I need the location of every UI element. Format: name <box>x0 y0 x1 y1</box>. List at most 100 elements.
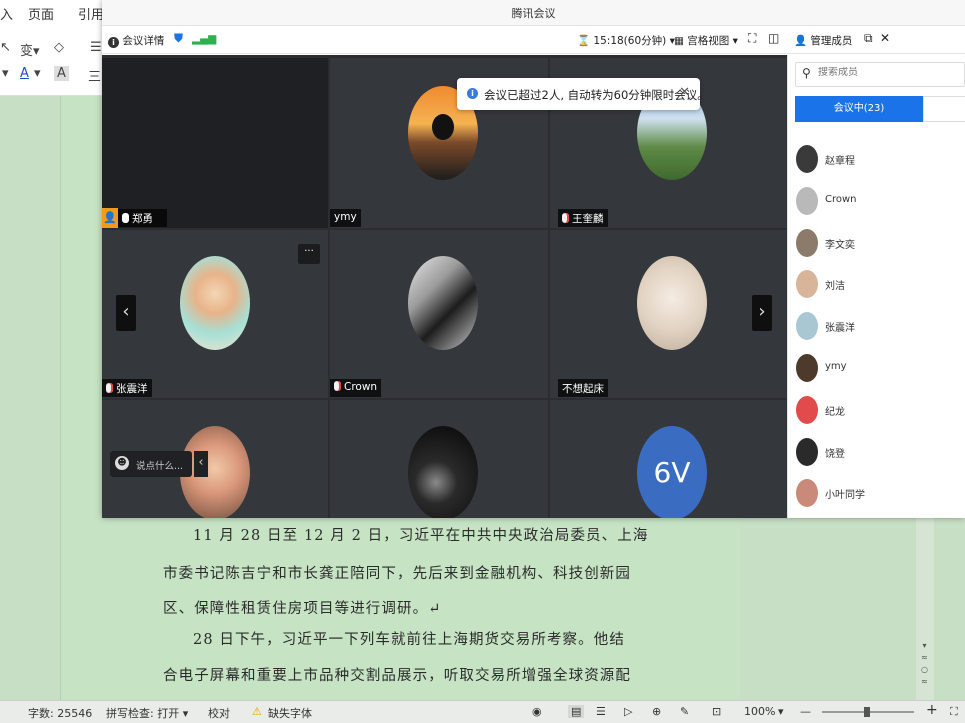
eraser-icon[interactable]: ◇ <box>54 40 64 55</box>
highlight-icon[interactable]: ▾ <box>2 66 9 81</box>
avatar <box>408 426 478 518</box>
participant-name: 王奎麟 <box>558 209 608 227</box>
char-shading-icon[interactable]: A <box>54 66 69 81</box>
fit-window-icon[interactable]: ⊡ <box>712 705 721 718</box>
member-name: 张震洋 <box>825 323 855 335</box>
fullscreen-icon[interactable]: ⛶ <box>748 31 756 46</box>
toast-message: 会议已超过2人, 自动转为60分钟限时会议。 <box>484 88 709 102</box>
notification-toast: i 会议已超过2人, 自动转为60分钟限时会议。 ✕ <box>457 78 709 110</box>
host-icon: 👤 <box>102 208 118 228</box>
participant-name: 不想起床 <box>558 379 608 397</box>
word-status-bar: 字数: 25546 拼写检查: 打开 ▾ 校对 ⚠ 缺失字体 ◉ ▤ ☰ ▷ ⊕… <box>0 700 965 723</box>
meeting-timer[interactable]: ⌛ 15:18(60分钟) ▾ <box>577 33 675 48</box>
participant-name: 张震洋 <box>102 379 152 397</box>
avatar <box>180 256 250 350</box>
menu-page[interactable]: 页面 <box>28 4 54 23</box>
zoom-level[interactable]: 100% <box>744 705 775 718</box>
avatar: 6V <box>637 426 707 518</box>
mic-icon <box>122 213 129 223</box>
doc-paragraph: 合电子屏幕和重要上市品种交割品展示，听取交易所增强全球资源配 <box>163 668 631 684</box>
avatar <box>408 256 478 350</box>
video-grid: 👤 郑勇 ymy 王奎麟 ··· 张震洋 Crown 不想起床 ‹ › 6V ☻… <box>102 55 787 518</box>
video-tile[interactable]: 👤 郑勇 <box>102 58 328 228</box>
avatar <box>796 312 818 341</box>
member-row[interactable]: ymy <box>796 352 961 384</box>
member-row[interactable]: 张震洋 <box>796 310 961 342</box>
member-row[interactable]: Crown <box>796 185 961 217</box>
member-name: ymy <box>825 361 847 372</box>
zoom-in-icon[interactable]: + <box>926 702 938 718</box>
popout-icon[interactable]: ⧉ <box>864 31 873 46</box>
search-icon: ⚲ <box>802 66 811 80</box>
next-page-button[interactable]: › <box>752 295 772 331</box>
zoom-slider-handle[interactable] <box>864 707 870 717</box>
avatar <box>796 395 818 424</box>
member-name: 刘洁 <box>825 281 845 293</box>
zoom-out-icon[interactable]: — <box>800 705 811 718</box>
page-nav-icons[interactable]: ▾ ≈ ○ ≈ <box>921 640 928 688</box>
emoji-icon[interactable]: ☻ <box>115 456 129 470</box>
sidebar-toggle-icon[interactable]: ◫ <box>768 31 779 45</box>
member-row[interactable]: 纪龙 <box>796 394 961 426</box>
zoom-dropdown-icon[interactable]: ▾ <box>778 705 784 718</box>
pen-icon[interactable]: ✎ <box>680 705 689 718</box>
spell-check[interactable]: 拼写检查: 打开 ▾ <box>106 705 188 721</box>
chat-collapse-icon[interactable]: ‹ <box>194 451 208 477</box>
menu-reference[interactable]: 引用 <box>78 4 104 23</box>
participant-name: ymy <box>330 209 361 227</box>
prev-page-button[interactable]: ‹ <box>116 295 136 331</box>
video-tile[interactable]: Crown <box>330 230 548 398</box>
menu-insert[interactable]: 入 <box>0 4 13 23</box>
close-icon[interactable]: ✕ <box>880 31 890 45</box>
mic-muted-icon <box>562 213 569 223</box>
list-icon[interactable]: ☰ <box>90 40 102 55</box>
shield-icon[interactable]: ⛊ <box>174 31 183 46</box>
font-color-icon[interactable]: A <box>20 66 29 81</box>
doc-paragraph: 区、保障性租赁住房项目等进行调研。↵ <box>163 601 442 617</box>
tab-in-meeting[interactable]: 会议中(23) <box>795 96 923 122</box>
more-options-icon[interactable]: ··· <box>298 244 320 264</box>
tab-other[interactable] <box>923 96 965 122</box>
close-icon[interactable]: ✕ <box>679 85 690 100</box>
page-view-icon[interactable]: ▤ <box>568 705 585 718</box>
video-tile[interactable] <box>330 400 548 518</box>
avatar <box>796 145 818 173</box>
format-tool-icon[interactable]: ↖ <box>0 40 11 55</box>
play-icon[interactable]: ▷ <box>624 705 632 718</box>
participant-name: Crown <box>330 379 382 397</box>
member-row[interactable]: 小叶同学 <box>796 477 961 509</box>
signal-icon[interactable]: ▂▄▆ <box>192 33 216 45</box>
chat-input[interactable]: ☻ 说点什么... <box>110 451 192 477</box>
chat-placeholder: 说点什么... <box>136 461 184 472</box>
web-view-icon[interactable]: ⊕ <box>652 705 661 718</box>
eye-protect-icon[interactable]: ◉ <box>532 705 542 718</box>
meeting-titlebar[interactable]: 腾讯会议 <box>102 0 965 26</box>
meeting-details-button[interactable]: i 会议详情 <box>108 33 164 48</box>
outline-view-icon[interactable]: ☰ <box>596 705 606 718</box>
phonetic-icon[interactable]: 变▾ <box>20 40 40 59</box>
font-color-dropdown[interactable]: ▾ <box>34 66 41 81</box>
window-title: 腾讯会议 <box>511 7 556 20</box>
fullscreen-icon[interactable]: ⛶ <box>950 705 958 719</box>
avatar <box>796 228 818 257</box>
member-name: 纪龙 <box>825 406 845 418</box>
meeting-toolbar: i 会议详情 ⛊ ▂▄▆ ⌛ 15:18(60分钟) ▾ ▦ 宫格视图 ▾ ⛶ … <box>102 26 965 54</box>
member-row[interactable]: 饶登 <box>796 436 961 468</box>
member-row[interactable]: 赵章程 <box>796 143 961 175</box>
manage-members-button[interactable]: 👤 管理成员 <box>794 33 852 48</box>
search-input[interactable] <box>818 67 958 78</box>
proofread-button[interactable]: 校对 <box>208 705 230 721</box>
align-icon[interactable]: 三 <box>88 66 101 85</box>
mic-muted-icon <box>334 381 341 391</box>
video-tile[interactable]: 6V <box>550 400 787 518</box>
layout-button[interactable]: ▦ 宫格视图 ▾ <box>674 33 738 48</box>
member-row[interactable]: 刘洁 <box>796 268 961 300</box>
member-row[interactable]: 李文奕 <box>796 227 961 259</box>
member-search[interactable]: ⚲ <box>795 62 965 87</box>
document-scrollbar[interactable]: ▾ ≈ ○ ≈ <box>916 518 934 700</box>
word-count[interactable]: 字数: 25546 <box>28 705 92 721</box>
warning-icon: ⚠ <box>252 705 262 718</box>
info-icon: i <box>108 37 119 48</box>
meeting-window: 腾讯会议 i 会议详情 ⛊ ▂▄▆ ⌛ 15:18(60分钟) ▾ ▦ 宫格视图… <box>102 0 965 518</box>
missing-font-button[interactable]: 缺失字体 <box>268 705 312 721</box>
